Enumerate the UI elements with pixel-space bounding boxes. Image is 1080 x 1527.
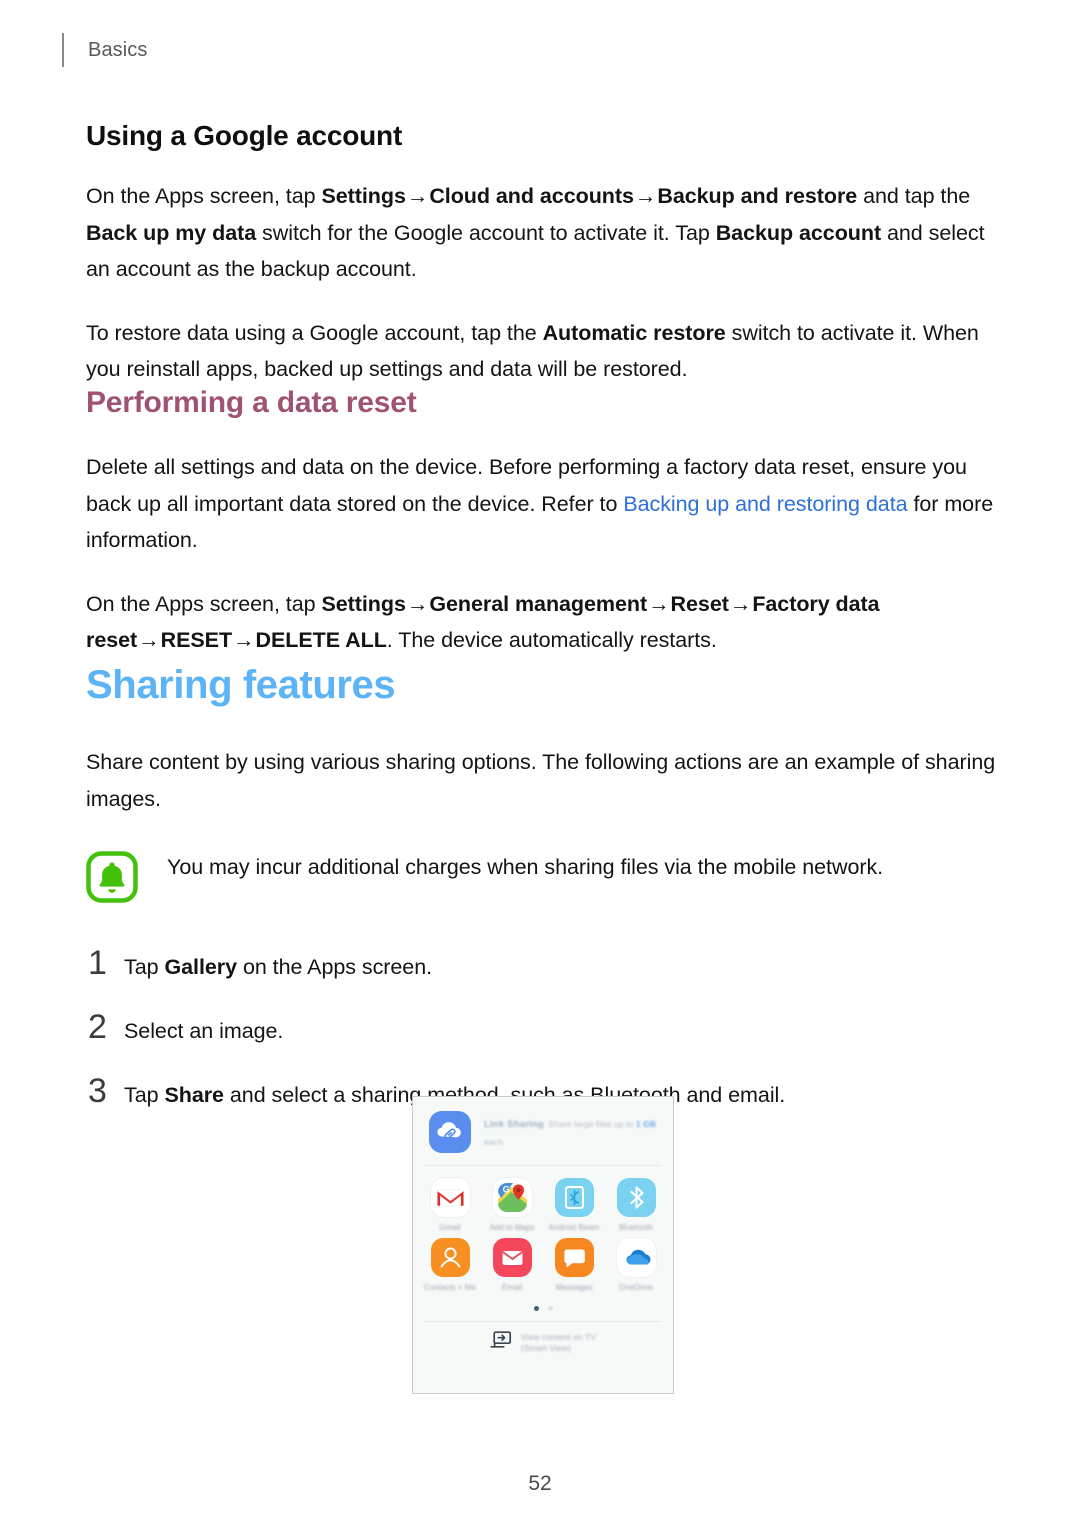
contacts-icon bbox=[430, 1238, 470, 1277]
onedrive-icon bbox=[616, 1238, 656, 1277]
running-head-label: Basics bbox=[88, 38, 148, 61]
link-sharing-text: Link Sharing Share large files up to 1 G… bbox=[484, 1114, 673, 1150]
share-target-bluetooth[interactable]: Bluetooth bbox=[605, 1178, 667, 1233]
arrow-icon: → bbox=[729, 591, 752, 616]
section-sharing-features: Sharing features Share content by using … bbox=[86, 664, 1006, 1112]
text-seg: To restore data using a Google account, … bbox=[86, 320, 543, 345]
smart-view-line-2: (Smart View) bbox=[520, 1342, 572, 1353]
data-reset-paragraph-2: On the Apps screen, tap Settings→General… bbox=[86, 586, 1006, 659]
arrow-icon: → bbox=[406, 591, 429, 616]
note-box: You may incur additional charges when sh… bbox=[86, 849, 1006, 903]
bold-reset: Reset bbox=[670, 591, 729, 616]
share-target-android-beam[interactable]: Android Beam bbox=[543, 1178, 605, 1233]
text-seg: on the Apps screen. bbox=[237, 955, 433, 979]
google-maps-icon: G bbox=[492, 1178, 532, 1217]
app-label: Messages bbox=[555, 1283, 593, 1292]
google-account-heading: Using a Google account bbox=[86, 120, 403, 151]
note-text: You may incur additional charges when sh… bbox=[167, 855, 884, 879]
arrow-icon: → bbox=[138, 628, 160, 652]
text-seg: and tap the bbox=[857, 184, 971, 208]
step-item-2: 2 Select an image. bbox=[86, 1010, 1006, 1048]
data-reset-paragraph-1: Delete all settings and data on the devi… bbox=[86, 449, 1006, 559]
section-google-account: Using a Google account On the Apps scree… bbox=[86, 120, 1006, 388]
link-sharing-row[interactable]: Link Sharing Share large files up to 1 G… bbox=[413, 1097, 673, 1165]
text-seg: Tap bbox=[124, 955, 165, 979]
header-rule bbox=[62, 33, 64, 67]
section-data-reset: Performing a data reset Delete all setti… bbox=[86, 386, 1006, 659]
bold-backup-account: Backup account bbox=[715, 220, 882, 245]
share-target-contacts[interactable]: Contacts + Me bbox=[419, 1238, 481, 1293]
pager-dots[interactable] bbox=[413, 1306, 673, 1311]
app-label: Contacts + Me bbox=[424, 1283, 476, 1292]
text-seg: . The device automatically restarts. bbox=[386, 628, 717, 652]
data-reset-heading: Performing a data reset bbox=[86, 386, 417, 419]
bold-general-management: General management bbox=[429, 591, 648, 616]
app-label: Add to Maps bbox=[489, 1223, 535, 1232]
page-number: 52 bbox=[528, 1472, 552, 1495]
document-page: Basics Using a Google account On the App… bbox=[0, 0, 1080, 1527]
bold-cloud-accounts: Cloud and accounts bbox=[429, 184, 634, 208]
app-label: Android Beam bbox=[548, 1223, 600, 1232]
google-account-paragraph-2: To restore data using a Google account, … bbox=[86, 315, 1006, 388]
smart-view-label: View content on TV (Smart View) bbox=[521, 1332, 596, 1354]
google-account-paragraph-1: On the Apps screen, tap Settings→Cloud a… bbox=[86, 178, 1006, 288]
bold-automatic-restore: Automatic restore bbox=[542, 320, 726, 345]
text-seg: switch for the Google account to activat… bbox=[256, 220, 716, 245]
android-beam-icon bbox=[554, 1178, 594, 1217]
pager-dot-active[interactable] bbox=[533, 1306, 539, 1311]
running-header: Basics bbox=[62, 33, 148, 67]
bold-reset-caps: RESET bbox=[160, 628, 233, 652]
text-seg: On the Apps screen, tap bbox=[86, 591, 322, 616]
step-number: 3 bbox=[88, 1072, 107, 1110]
email-icon bbox=[492, 1238, 532, 1277]
svg-text:G: G bbox=[502, 1184, 509, 1194]
app-label: Bluetooth bbox=[619, 1223, 653, 1232]
cross-reference-link[interactable]: Backing up and restoring data bbox=[623, 492, 907, 516]
bold-backup-restore: Backup and restore bbox=[657, 184, 858, 208]
bold-back-up-my-data: Back up my data bbox=[86, 220, 257, 245]
step-text: Tap Gallery on the Apps screen. bbox=[124, 950, 432, 984]
step-number: 2 bbox=[88, 1008, 107, 1046]
app-label: OneDrive bbox=[619, 1283, 653, 1292]
text-seg: On the Apps screen, tap bbox=[86, 184, 322, 208]
arrow-icon: → bbox=[648, 591, 670, 616]
bold-gallery: Gallery bbox=[164, 955, 238, 979]
bold-settings: Settings bbox=[321, 591, 406, 616]
text-seg: Tap bbox=[124, 1083, 165, 1107]
subtitle-highlight: 1 GB bbox=[635, 1119, 657, 1129]
smart-view-row[interactable]: View content on TV (Smart View) bbox=[424, 1321, 662, 1364]
text-seg: each. bbox=[484, 1137, 506, 1147]
gmail-icon bbox=[430, 1178, 470, 1217]
text-seg: Share large files up to bbox=[548, 1119, 636, 1129]
bold-settings: Settings bbox=[321, 184, 406, 208]
bluetooth-icon bbox=[616, 1178, 656, 1217]
text-seg: Select an image. bbox=[124, 1019, 284, 1043]
link-cloud-icon bbox=[429, 1111, 471, 1153]
share-target-add-to-maps[interactable]: G Add to Maps bbox=[481, 1178, 543, 1233]
share-target-messages[interactable]: Messages bbox=[543, 1238, 605, 1293]
step-item-1: 1 Tap Gallery on the Apps screen. bbox=[86, 946, 1006, 984]
app-label: Email bbox=[501, 1283, 522, 1292]
step-text: Select an image. bbox=[124, 1014, 283, 1048]
messages-icon bbox=[554, 1238, 594, 1277]
app-label: Gmail bbox=[439, 1223, 461, 1232]
bold-share: Share bbox=[164, 1083, 224, 1107]
bell-icon bbox=[86, 851, 138, 903]
share-app-grid: Gmail G Add to Maps Android Beam Bluetoo… bbox=[413, 1166, 673, 1297]
smart-view-icon bbox=[490, 1331, 512, 1354]
arrow-icon: → bbox=[634, 184, 657, 208]
link-sharing-title: Link Sharing bbox=[484, 1119, 544, 1130]
step-number: 1 bbox=[88, 944, 107, 982]
bold-delete-all: DELETE ALL bbox=[255, 628, 387, 652]
share-target-email[interactable]: Email bbox=[481, 1238, 543, 1293]
smart-view-line-1: View content on TV bbox=[520, 1331, 597, 1342]
share-target-gmail[interactable]: Gmail bbox=[419, 1178, 481, 1233]
sharing-features-intro: Share content by using various sharing o… bbox=[86, 750, 996, 811]
arrow-icon: → bbox=[233, 628, 255, 652]
pager-dot[interactable] bbox=[547, 1306, 553, 1311]
arrow-icon: → bbox=[406, 184, 429, 208]
sharing-features-heading: Sharing features bbox=[86, 663, 396, 707]
share-sheet-figure: Link Sharing Share large files up to 1 G… bbox=[412, 1096, 674, 1394]
share-target-onedrive[interactable]: OneDrive bbox=[605, 1238, 667, 1293]
